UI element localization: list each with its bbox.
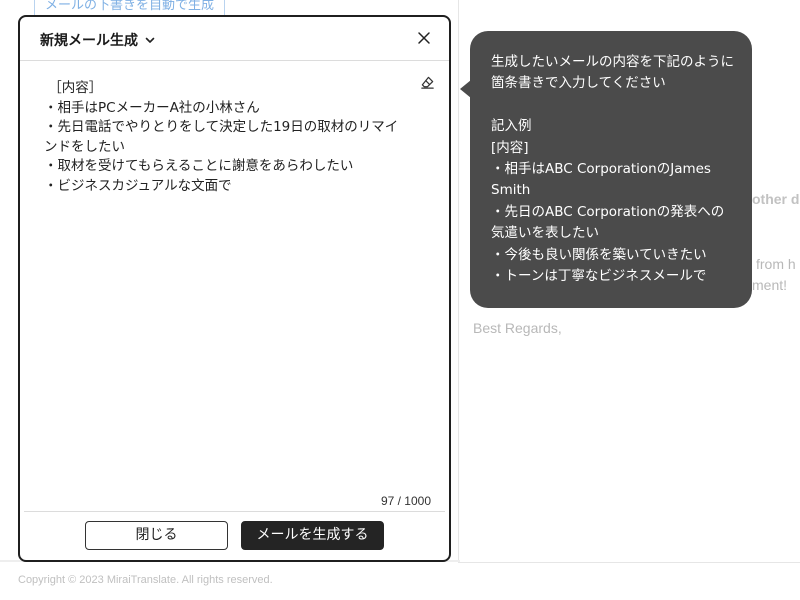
close-icon[interactable] [415,29,433,47]
email-body-fragment: ment! [752,277,788,293]
eraser-icon[interactable] [420,75,435,90]
email-content-input[interactable]: ［内容］ ・相手はPCメーカーA社の小林さん ・先日電話でやりとりをして決定した… [44,79,406,499]
input-hint-tooltip: 生成したいメールの内容を下記のように箇条書きで入力してください 記入例 [内容]… [470,31,752,308]
modal-header: 新規メール生成 [20,17,449,61]
email-body-fragment: other d [752,191,800,207]
close-button[interactable]: 閉じる [85,521,228,550]
email-closing: Best Regards, [473,320,562,336]
footer-divider [24,511,445,512]
new-email-modal: 新規メール生成 ［内容］ ・相手はPCメーカーA社の小林さん ・先日電話でやりと… [18,15,451,562]
email-body-fragment: from h [756,256,796,272]
chevron-down-icon [145,37,155,43]
character-counter: 97 / 1000 [380,494,431,508]
generate-email-button[interactable]: メールを生成する [241,521,384,550]
copyright-text: Copyright © 2023 MiraiTranslate. All rig… [18,574,273,586]
modal-title-dropdown[interactable]: 新規メール生成 [40,30,156,50]
modal-title: 新規メール生成 [40,33,138,49]
